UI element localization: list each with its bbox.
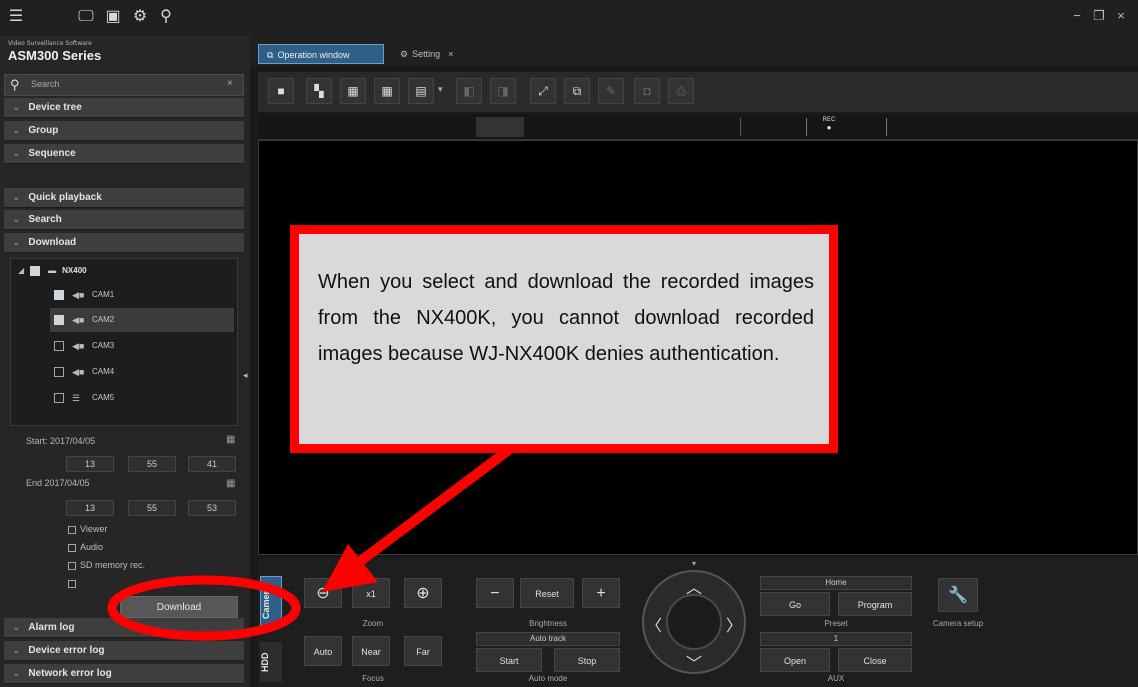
annotation-text: When you select and download the recorde…	[318, 271, 814, 365]
annotation-highlight-ellipse	[107, 575, 301, 641]
annotation-arrow-shaft	[351, 436, 525, 570]
